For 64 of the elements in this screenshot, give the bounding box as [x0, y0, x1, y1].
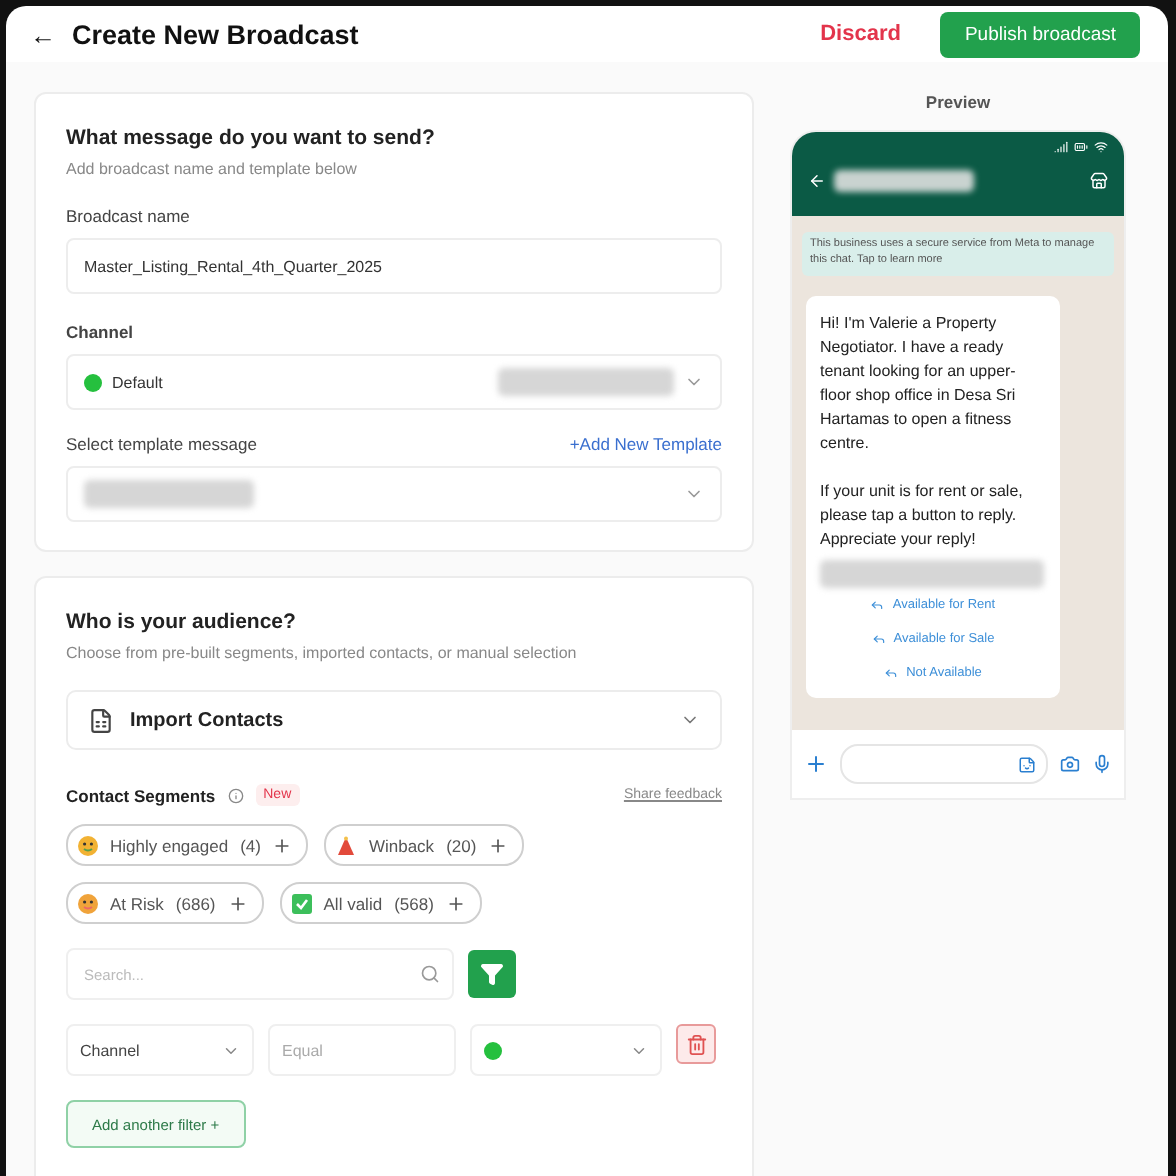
- dropdown-field[interactable]: Default: [66, 354, 722, 410]
- preview-title: Preview: [925, 92, 991, 112]
- message-input[interactable]: [840, 744, 1048, 784]
- segment-count: (686): [175, 893, 216, 913]
- segment-label: At Risk: [110, 893, 164, 913]
- field-label: Select template message: [66, 434, 257, 454]
- segment-chip[interactable]: All valid (568): [279, 882, 482, 924]
- segment-label: Highly engaged: [110, 835, 229, 855]
- segment-count: (20): [446, 835, 477, 855]
- back-arrow[interactable]: ←: [30, 19, 56, 49]
- page-title: Create New Broadcast: [72, 19, 361, 49]
- section-title: Who is your audience?: [66, 610, 298, 634]
- whatsapp-icon: [484, 1041, 502, 1059]
- add-icon[interactable]: [445, 893, 466, 913]
- party-hat-icon: [336, 835, 357, 855]
- add-template-link[interactable]: +Add New Template: [569, 434, 722, 454]
- segment-chip[interactable]: Winback (20): [324, 824, 525, 866]
- spreadsheet-icon: [88, 707, 114, 733]
- signal-icon: [1054, 140, 1068, 154]
- field-label: Channel: [66, 322, 136, 342]
- checkbox-icon: [291, 893, 312, 913]
- delete-button[interactable]: [676, 1024, 716, 1064]
- trash-icon: [685, 1033, 707, 1055]
- segments-label: Contact Segments: [66, 785, 216, 805]
- store-icon: [1090, 172, 1108, 190]
- field-select[interactable]: Channel: [66, 1024, 254, 1076]
- whatsapp-icon: [84, 373, 102, 391]
- wifi-icon: [1094, 140, 1108, 154]
- sticker-icon[interactable]: [1018, 755, 1036, 773]
- smiley-icon: [78, 835, 98, 855]
- filter-button[interactable]: [468, 950, 516, 998]
- value-select[interactable]: [470, 1024, 662, 1076]
- add-icon[interactable]: [488, 835, 509, 855]
- discard-button[interactable]: Discard: [808, 20, 913, 48]
- channel-value: Default: [112, 373, 163, 391]
- info-icon: [227, 787, 244, 803]
- segment-label: All valid: [323, 893, 383, 913]
- camera-icon[interactable]: [1060, 754, 1080, 774]
- battery-icon: [1074, 140, 1088, 154]
- segment-chip[interactable]: At Risk (686): [66, 882, 264, 924]
- broadcast-name-field[interactable]: Master_Listing_Rental_4th_Quarter_2025: [66, 238, 722, 294]
- reply-icon: [871, 631, 886, 646]
- section-subtitle: Choose from pre-built segments, imported contacts, or manual selection: [66, 644, 579, 662]
- add-icon[interactable]: [804, 752, 828, 776]
- segment-count: (568): [394, 893, 434, 913]
- import-contacts-dropdown[interactable]: Import Contacts: [66, 690, 722, 750]
- add-icon[interactable]: [272, 835, 293, 855]
- reply-icon: [884, 665, 899, 680]
- segment-label: Winback: [368, 835, 435, 855]
- section-title: What message do you want to send?: [66, 126, 437, 150]
- redacted-text: [834, 170, 974, 192]
- field-label: Broadcast name: [66, 206, 192, 226]
- search-icon: [420, 964, 440, 984]
- segment-count: (4): [240, 835, 261, 855]
- segment-chip[interactable]: Highly engaged (4): [66, 824, 309, 866]
- reply-icon: [870, 597, 885, 612]
- party-face-icon: [78, 893, 98, 913]
- section-subtitle: Add broadcast name and template below: [66, 160, 359, 178]
- add-icon[interactable]: [227, 893, 248, 913]
- message-text: Hi! I'm Valerie a Property Negotiator. I have a ready tenant looking for an upper-floor shop office in Desa Sri Hartamas to open a fitness centre. If your unit is for rent or sale, please tap a button to reply. Appreciate your reply!: [820, 311, 1025, 552]
- back-icon: [808, 172, 826, 190]
- mic-icon[interactable]: [1092, 754, 1112, 774]
- field-value: Channel: [80, 1041, 140, 1059]
- filter-icon: [480, 962, 504, 986]
